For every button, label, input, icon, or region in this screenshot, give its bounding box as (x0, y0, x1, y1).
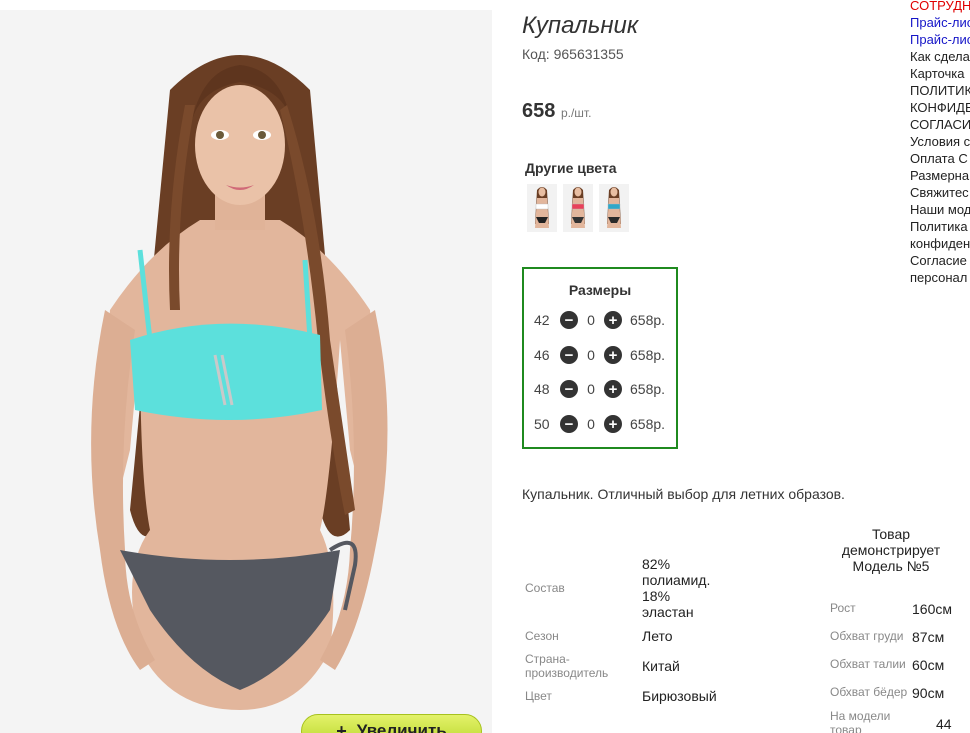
size-label: 48 (534, 381, 550, 397)
size-row: 48−0 +658р. (534, 379, 665, 399)
model-param-label: Рост (830, 601, 856, 615)
quantity-value[interactable]: 0 (578, 416, 604, 432)
quantity-value[interactable]: 0 (578, 312, 604, 328)
side-menu-link[interactable]: Свяжитес (910, 184, 970, 201)
other-colors-title: Другие цвета (525, 160, 617, 176)
side-menu-link[interactable]: ПОЛИТИК (910, 82, 970, 99)
sizes-title: Размеры (568, 282, 632, 298)
side-menu-link[interactable]: Наши мод (910, 201, 970, 218)
model-param-label: Обхват груди (830, 629, 904, 643)
side-menu-link[interactable]: КОНФИДЕ (910, 99, 970, 116)
model-param-label: Обхват талии (830, 657, 906, 671)
plus-icon[interactable]: + (604, 311, 622, 329)
model-param-value: 87см (912, 629, 945, 645)
spec-label: Сезон (525, 629, 559, 643)
zoom-button[interactable]: + Увеличить (301, 714, 482, 733)
color-swatch-1[interactable] (527, 184, 557, 232)
side-menu-link[interactable]: Условия с (910, 133, 970, 150)
spec-value: Бирюзовый (642, 688, 717, 704)
model-param-label: На модели товар (830, 709, 891, 733)
size-label: 42 (534, 312, 550, 328)
model-illustration (91, 55, 388, 710)
quantity-value[interactable]: 0 (578, 381, 604, 397)
color-swatches (527, 184, 629, 232)
model-heading: Товар демонстрирует Модель №5 (841, 526, 941, 574)
spec-label: Состав (525, 581, 565, 595)
plus-icon[interactable]: + (604, 380, 622, 398)
product-price: 658 р./шт. (522, 100, 591, 123)
spec-value: Лето (642, 628, 673, 644)
product-code: Код: 965631355 (522, 46, 624, 62)
product-title: Купальник (522, 12, 639, 39)
side-menu-link[interactable]: Политика (910, 218, 970, 235)
model-param-value: 160см (912, 601, 952, 617)
product-description: Купальник. Отличный выбор для летних обр… (522, 486, 845, 502)
zoom-button-label: Увеличить (356, 721, 447, 733)
product-photo[interactable]: + Увеличить (0, 10, 492, 733)
side-menu-link[interactable]: Оплата С (910, 150, 970, 167)
model-param-value: 90см (912, 685, 945, 701)
plus-icon: + (336, 720, 347, 733)
size-label: 46 (534, 347, 550, 363)
size-row: 42−0 +658р. (534, 310, 665, 330)
minus-icon[interactable]: − (560, 380, 578, 398)
minus-icon[interactable]: − (560, 346, 578, 364)
side-menu-link[interactable]: Согласие (910, 252, 970, 269)
side-menu-link[interactable]: Как сдела (910, 48, 970, 65)
model-param-label: Обхват бёдер (830, 685, 908, 699)
quantity-value[interactable]: 0 (578, 347, 604, 363)
plus-icon[interactable]: + (604, 415, 622, 433)
minus-icon[interactable]: − (560, 415, 578, 433)
side-menu-link[interactable]: Прайс-лис (910, 14, 970, 31)
side-menu: СОТРУДН Прайс-лис Прайс-лис Как сдела Карточ… (910, 0, 970, 286)
size-price: 658р. (630, 381, 666, 397)
color-swatch-2[interactable] (563, 184, 593, 232)
side-menu-link[interactable]: Карточка (910, 65, 970, 82)
size-price: 658р. (630, 347, 666, 363)
side-menu-link[interactable]: конфиден (910, 235, 970, 252)
price-value: 658 (522, 100, 556, 122)
side-menu-link[interactable]: СОТРУДН (910, 0, 970, 14)
size-label: 50 (534, 416, 550, 432)
model-param-value: 44 (936, 716, 952, 732)
spec-value: Китай (642, 658, 680, 674)
size-price: 658р. (630, 416, 666, 432)
minus-icon[interactable]: − (560, 311, 578, 329)
spec-label: Цвет (525, 689, 552, 703)
side-menu-link[interactable]: СОГЛАСИ (910, 116, 970, 133)
side-menu-link[interactable]: Размерна (910, 167, 970, 184)
size-price: 658р. (630, 312, 666, 328)
spec-label: Страна-производитель (525, 652, 609, 680)
side-menu-link[interactable]: Прайс-лис (910, 31, 970, 48)
price-unit: р./шт. (560, 106, 592, 120)
size-row: 46−0 +658р. (534, 345, 665, 365)
spec-value: 82% полиамид. 18% эластан (642, 556, 711, 620)
sizes-box: Размеры 42−0 +658р. 46−0 +658р. 48−0 +658р. 50… (522, 267, 678, 449)
side-menu-link[interactable]: персонал (910, 269, 970, 286)
color-swatch-3[interactable] (599, 184, 629, 232)
plus-icon[interactable]: + (604, 346, 622, 364)
size-row: 50−0 +658р. (534, 414, 665, 434)
model-param-value: 60см (912, 657, 945, 673)
